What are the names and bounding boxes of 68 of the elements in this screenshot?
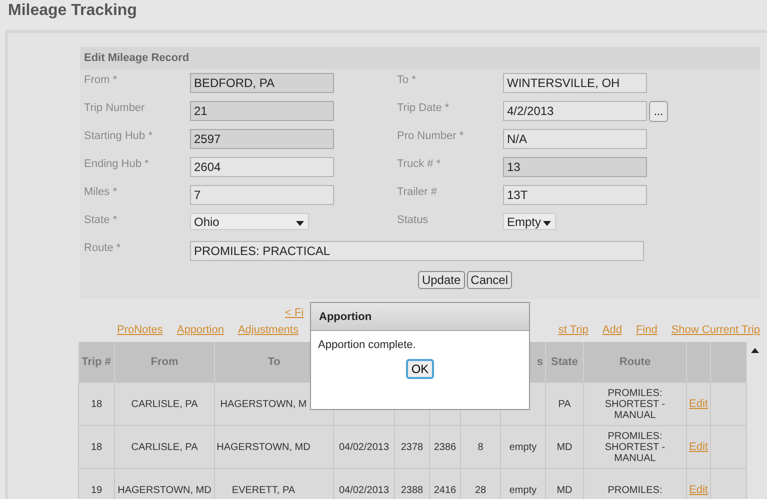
input-field[interactable]: PROMILES: PRACTICAL xyxy=(190,241,644,261)
field-label: Ending Hub * xyxy=(84,157,150,170)
dialog-message: Apportion complete. xyxy=(317,338,417,353)
column-header: From xyxy=(150,356,178,368)
input-field[interactable]: 4/2/2013 xyxy=(503,101,647,121)
table-cell: 8 xyxy=(478,442,484,452)
table-cell: 04/02/2013 xyxy=(338,442,390,452)
input-field[interactable]: 13T xyxy=(503,185,647,205)
table-cell: 04/02/2013 xyxy=(338,484,390,496)
input-field[interactable]: BEDFORD, PA xyxy=(190,73,334,93)
table-cell: 2386 xyxy=(434,442,456,452)
input-field[interactable]: 13 xyxy=(503,157,647,177)
form-title: Edit Mileage Record xyxy=(80,47,760,69)
table-cell: PROMILES: SHORTEST - MANUAL xyxy=(604,430,666,464)
ok-button[interactable]: OK xyxy=(406,359,434,379)
table-cell: CARLISLE, PA xyxy=(131,398,198,410)
input-field[interactable]: WINTERSVILLE, OH xyxy=(503,73,647,93)
table-cell: 18 xyxy=(90,442,102,452)
table-cell: 28 xyxy=(474,484,486,496)
table-cell: 18 xyxy=(90,398,102,410)
select-field[interactable]: Ohio xyxy=(190,213,309,230)
select-field[interactable]: Empty xyxy=(503,213,556,230)
field-label: From * xyxy=(84,73,118,86)
caret-icon xyxy=(543,221,551,226)
dialog-title: Apportion xyxy=(311,303,529,331)
input-field[interactable]: 2604 xyxy=(190,157,334,177)
table-cell: EVERETT, PA xyxy=(232,484,296,496)
form-button[interactable]: Cancel xyxy=(466,271,512,289)
table-cell: HAGERSTOWN, M xyxy=(220,398,307,410)
table-cell: 2378 xyxy=(400,442,424,452)
field-label: State * xyxy=(84,213,118,226)
form-button[interactable]: Update xyxy=(418,271,465,289)
column-header: To xyxy=(268,356,280,368)
field-label: Miles * xyxy=(84,185,118,198)
column-header: State xyxy=(551,356,578,368)
scroll-up-icon[interactable] xyxy=(751,348,759,353)
page-title: Mileage Tracking xyxy=(7,1,138,21)
table-cell: PROMILES: SHORTEST - MANUAL xyxy=(604,388,666,420)
field-label: Truck # * xyxy=(397,157,442,170)
table-cell: MD xyxy=(556,442,572,452)
table-cell: empty xyxy=(509,442,537,452)
table-cell: PA xyxy=(558,398,571,410)
field-label: Trailer # xyxy=(397,185,438,198)
table-cell: MD xyxy=(556,484,572,496)
field-label: Status xyxy=(397,213,430,226)
table-cell: CARLISLE, PA xyxy=(131,442,198,452)
input-field[interactable]: 2597 xyxy=(190,129,334,149)
column-header: s xyxy=(536,356,543,368)
table-cell: 2388 xyxy=(400,484,424,496)
table-cell: 19 xyxy=(90,484,102,496)
caret-icon xyxy=(296,221,304,226)
table-cell: 2416 xyxy=(434,484,456,496)
input-field[interactable]: N/A xyxy=(503,129,647,149)
field-label: Route * xyxy=(84,241,122,254)
field-label: To * xyxy=(397,73,417,86)
date-picker-button[interactable]: ... xyxy=(649,101,668,122)
input-field[interactable]: 21 xyxy=(190,101,334,121)
column-header: Trip # xyxy=(82,356,111,368)
table-cell: HAGERSTOWN, MD xyxy=(118,484,212,496)
table-cell: empty xyxy=(509,484,537,496)
column-header: Route xyxy=(619,356,651,368)
table-cell: HAGERSTOWN, MD xyxy=(216,442,310,452)
field-label: Pro Number * xyxy=(397,129,465,142)
field-label: Starting Hub * xyxy=(84,129,154,142)
field-label: Trip Date * xyxy=(397,101,450,114)
field-label: Trip Number xyxy=(84,101,146,114)
input-field[interactable]: 7 xyxy=(190,185,334,205)
table-cell: PROMILES: xyxy=(608,484,662,496)
